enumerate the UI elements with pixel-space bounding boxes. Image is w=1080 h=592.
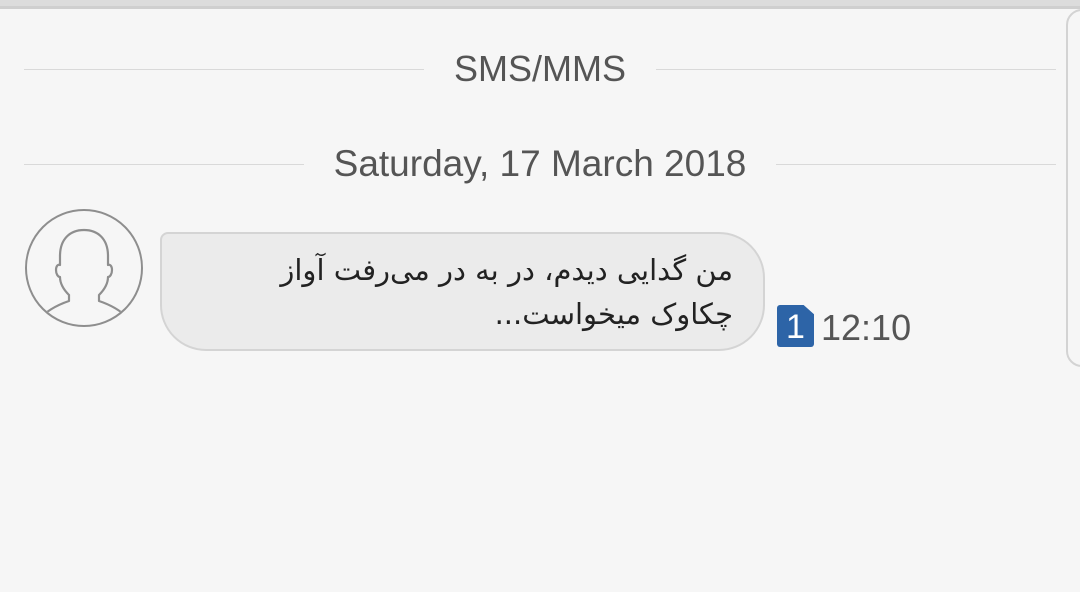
person-placeholder-icon xyxy=(35,228,133,323)
divider-line-right xyxy=(656,68,1057,70)
divider-line-right xyxy=(776,163,1057,165)
divider-line-left xyxy=(24,163,304,165)
divider-line-left xyxy=(24,68,424,70)
contact-avatar[interactable] xyxy=(25,209,143,327)
date-divider: Saturday, 17 March 2018 xyxy=(24,142,1057,186)
date-label: Saturday, 17 March 2018 xyxy=(333,143,747,184)
message-line-1: من گدایی دیدم، در به در می‌رفت آواز xyxy=(280,253,733,287)
message-timestamp: 12:10 xyxy=(821,307,912,348)
sim-card-icon: 1 xyxy=(777,305,814,347)
channel-divider: SMS/MMS xyxy=(24,48,1057,90)
top-divider xyxy=(0,0,1080,9)
channel-label: SMS/MMS xyxy=(454,48,627,89)
message-bubble[interactable]: من گدایی دیدم، در به در می‌رفت آواز چکاو… xyxy=(160,232,765,351)
message-line-2: چکاوک میخواست... xyxy=(494,297,733,331)
edge-panel-handle[interactable] xyxy=(1066,9,1080,367)
